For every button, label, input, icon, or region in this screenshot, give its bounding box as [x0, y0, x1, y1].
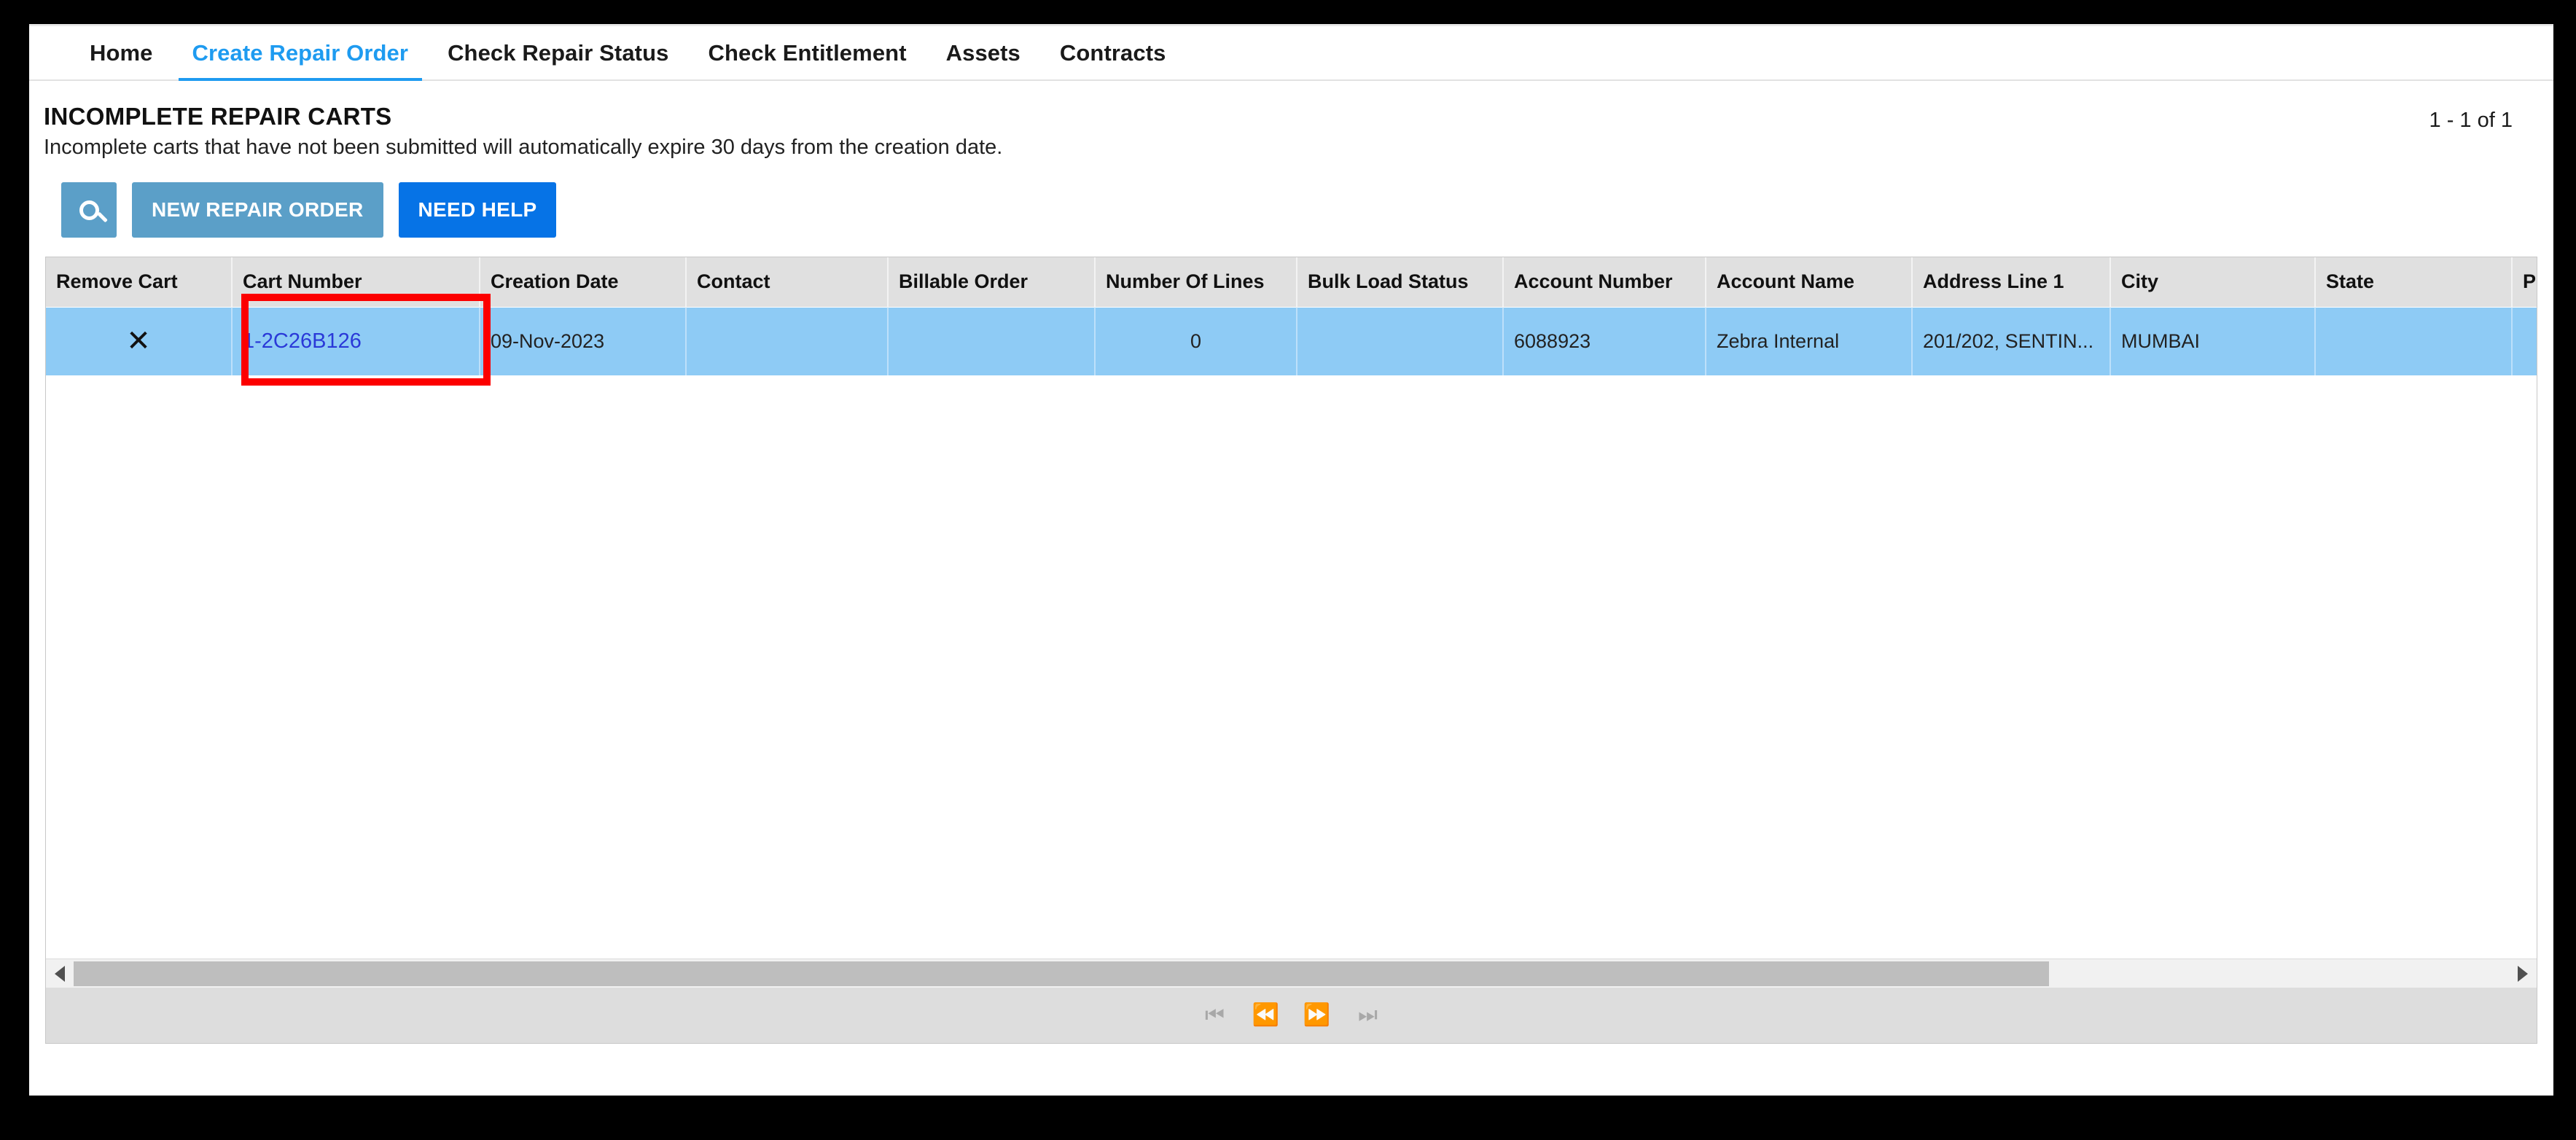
nav-tab-assets[interactable]: Assets	[926, 25, 1040, 82]
column-header-address-line-1[interactable]: Address Line 1	[1912, 257, 2111, 308]
column-header-province[interactable]: Pro	[2512, 257, 2537, 308]
main-navigation: Home Create Repair Order Check Repair St…	[29, 24, 2553, 83]
cell-cart-number: 1-2C26B126	[232, 307, 480, 375]
pager-first-button[interactable]: ⏮	[1201, 1001, 1230, 1030]
scrollbar-thumb[interactable]	[74, 961, 2049, 986]
action-toolbar: NEW REPAIR ORDER NEED HELP	[61, 182, 2553, 238]
need-help-button[interactable]: NEED HELP	[398, 182, 557, 238]
cell-bulk-load-status	[1297, 307, 1504, 375]
cell-contact	[686, 307, 889, 375]
cell-account-name: Zebra Internal	[1706, 307, 1913, 375]
application-window: Home Create Repair Order Check Repair St…	[29, 24, 2553, 1096]
cart-number-link[interactable]: 1-2C26B126	[243, 329, 362, 353]
record-count: 1 - 1 of 1	[2429, 109, 2513, 132]
nav-tab-contracts[interactable]: Contracts	[1040, 25, 1186, 82]
scroll-left-arrow[interactable]	[46, 959, 74, 988]
column-header-account-name[interactable]: Account Name	[1706, 257, 1913, 308]
nav-tab-home[interactable]: Home	[70, 25, 173, 82]
cart-grid-container: Remove Cart Cart Number Creation Date Co…	[45, 257, 2537, 1044]
column-header-state[interactable]: State	[2315, 257, 2513, 308]
cell-billable-order	[888, 307, 1096, 375]
cell-creation-date: 09-Nov-2023	[480, 307, 687, 375]
pager-last-button[interactable]: ⏭	[1354, 1001, 1383, 1030]
page-title: INCOMPLETE REPAIR CARTS	[44, 103, 392, 130]
cell-province	[2512, 307, 2537, 375]
nav-tab-check-repair-status[interactable]: Check Repair Status	[428, 25, 688, 82]
new-repair-order-button[interactable]: NEW REPAIR ORDER	[132, 182, 383, 238]
column-header-number-of-lines[interactable]: Number Of Lines	[1095, 257, 1297, 308]
pager-previous-button[interactable]: ⏪	[1252, 1001, 1281, 1030]
column-header-contact[interactable]: Contact	[686, 257, 889, 308]
column-header-billable-order[interactable]: Billable Order	[888, 257, 1096, 308]
cell-address-line-1: 201/202, SENTIN...	[1912, 307, 2111, 375]
page-body: INCOMPLETE REPAIR CARTS Incomplete carts…	[29, 81, 2553, 1096]
cell-state	[2315, 307, 2513, 375]
grid-scroll-area: Remove Cart Cart Number Creation Date Co…	[46, 257, 2537, 989]
remove-cart-icon[interactable]: ✕	[126, 327, 151, 356]
scrollbar-track[interactable]	[74, 959, 2509, 988]
column-header-bulk-load-status[interactable]: Bulk Load Status	[1297, 257, 1504, 308]
cell-remove-cart: ✕	[46, 307, 233, 375]
pagination-controls: ⏮ ⏪ ⏩ ⏭	[46, 988, 2537, 1043]
cell-city: MUMBAI	[2110, 307, 2316, 375]
search-icon	[79, 200, 99, 220]
cell-number-of-lines: 0	[1095, 307, 1297, 375]
horizontal-scrollbar[interactable]	[46, 959, 2537, 988]
table-header-row: Remove Cart Cart Number Creation Date Co…	[46, 257, 2537, 308]
nav-tab-create-repair-order[interactable]: Create Repair Order	[173, 25, 429, 83]
column-header-city[interactable]: City	[2110, 257, 2316, 308]
page-subtitle: Incomplete carts that have not been subm…	[44, 136, 1003, 159]
column-header-remove-cart[interactable]: Remove Cart	[46, 257, 233, 308]
left-arrow-icon	[55, 965, 65, 982]
pager-next-button[interactable]: ⏩	[1303, 1001, 1332, 1030]
column-header-creation-date[interactable]: Creation Date	[480, 257, 687, 308]
incomplete-carts-table: Remove Cart Cart Number Creation Date Co…	[46, 257, 2537, 375]
table-row[interactable]: ✕ 1-2C26B126 09-Nov-2023 0 6088923 Zebra…	[46, 307, 2537, 375]
nav-tab-check-entitlement[interactable]: Check Entitlement	[688, 25, 926, 82]
search-button[interactable]	[61, 182, 117, 238]
right-arrow-icon	[2518, 965, 2528, 982]
scroll-right-arrow[interactable]	[2509, 959, 2537, 988]
column-header-account-number[interactable]: Account Number	[1503, 257, 1706, 308]
cell-account-number: 6088923	[1503, 307, 1706, 375]
column-header-cart-number[interactable]: Cart Number	[232, 257, 480, 308]
page-header: INCOMPLETE REPAIR CARTS Incomplete carts…	[29, 81, 2553, 162]
